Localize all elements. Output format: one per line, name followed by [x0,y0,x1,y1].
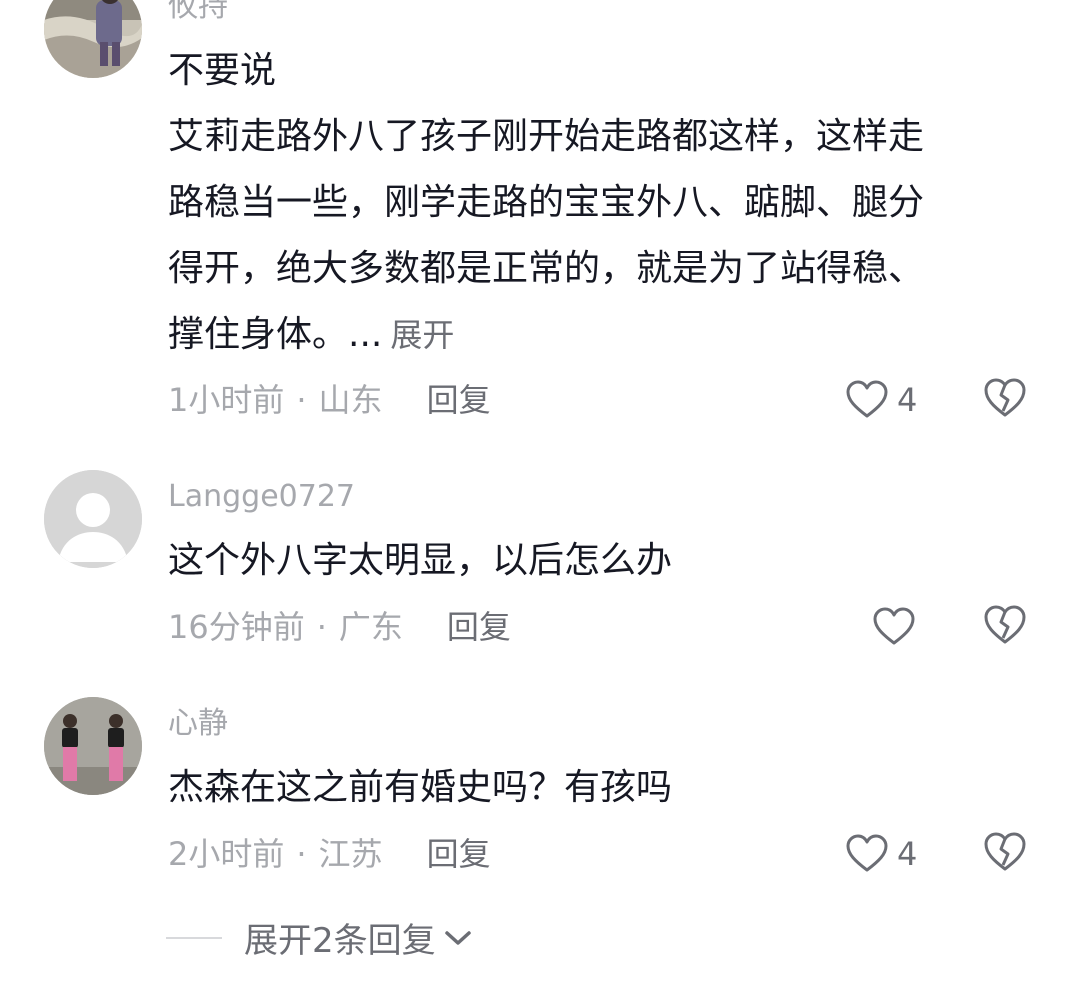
expand-replies-button[interactable]: 展开2条回复 [166,913,472,962]
heart-icon [846,834,888,872]
comment-item: Langge0727 这个外八字太明显，以后怎么办 16分钟前 · 广东 回复 [0,470,1080,670]
default-user-avatar-icon [44,470,142,568]
chevron-down-icon [444,930,471,945]
like-button[interactable] [872,604,924,650]
reply-button[interactable]: 回复 [427,381,491,419]
broken-heart-icon [984,378,1026,417]
comment-text-line: 杰森在这之前有婚史吗？有孩吗 [168,767,673,808]
reply-button[interactable]: 回复 [447,608,511,646]
photo-avatar-icon [44,0,142,78]
dislike-button[interactable] [982,377,1028,423]
comment-text: 杰森在这之前有婚史吗？有孩吗 [168,755,1048,821]
comment-meta: 2小时前 · 江苏 回复 [168,838,491,870]
avatar[interactable] [44,697,142,795]
separator-dot: · [316,608,327,646]
comment-username[interactable]: 攸持 [168,0,228,22]
reply-button[interactable]: 回复 [427,835,491,873]
comment-text-line: 得开，绝大多数都是正常的，就是为了站得稳、 [168,248,925,289]
photo-avatar-icon [44,697,142,795]
heart-icon [846,380,888,418]
comment-time: 16分钟前 [168,608,305,646]
comment-text-line: 路稳当一些，刚学走路的宝宝外八、踮脚、腿分 [168,182,925,223]
comment-location: 江苏 [318,835,383,873]
comment-time: 1小时前 [168,381,285,419]
comment-text-line: 撑住身体。... 展开 [168,314,455,355]
divider-line [166,936,222,939]
comment-username[interactable]: Langge0727 [168,482,355,512]
like-button[interactable]: 4 [845,377,917,423]
separator-dot: · [296,381,307,419]
avatar[interactable] [44,0,142,78]
expand-replies-label: 展开2条回复 [244,921,436,961]
avatar[interactable] [44,470,142,568]
comment-text: 不要说 艾莉走路外八了孩子刚开始走路都这样，这样走 路稳当一些，刚学走路的宝宝外… [168,38,1048,368]
comment-text-line: 这个外八字太明显，以后怎么办 [168,540,673,581]
like-count: 4 [897,835,918,873]
comment-username[interactable]: 心静 [168,709,228,739]
comment-text-line: 艾莉走路外八了孩子刚开始走路都这样，这样走 [168,116,925,157]
comment-text-line: 不要说 [168,50,277,91]
heart-icon [873,607,915,645]
comment-text: 这个外八字太明显，以后怎么办 [168,528,1048,594]
broken-heart-icon [984,832,1026,871]
comment-item: 心静 杰森在这之前有婚史吗？有孩吗 2小时前 · 江苏 回复 4 [0,697,1080,897]
like-button[interactable]: 4 [845,831,917,877]
broken-heart-icon [984,605,1026,644]
expand-text-button[interactable]: 展开 [390,316,454,354]
like-count: 4 [897,381,918,419]
dislike-button[interactable] [982,831,1028,877]
dislike-button[interactable] [982,604,1028,650]
comment-item: 攸持 不要说 艾莉走路外八了孩子刚开始走路都这样，这样走 路稳当一些，刚学走路的… [0,0,1080,440]
comment-location: 山东 [318,381,383,419]
separator-dot: · [296,835,307,873]
comment-meta: 1小时前 · 山东 回复 [168,384,491,416]
comment-meta: 16分钟前 · 广东 回复 [168,611,511,643]
comment-location: 广东 [338,608,403,646]
comment-time: 2小时前 [168,835,285,873]
